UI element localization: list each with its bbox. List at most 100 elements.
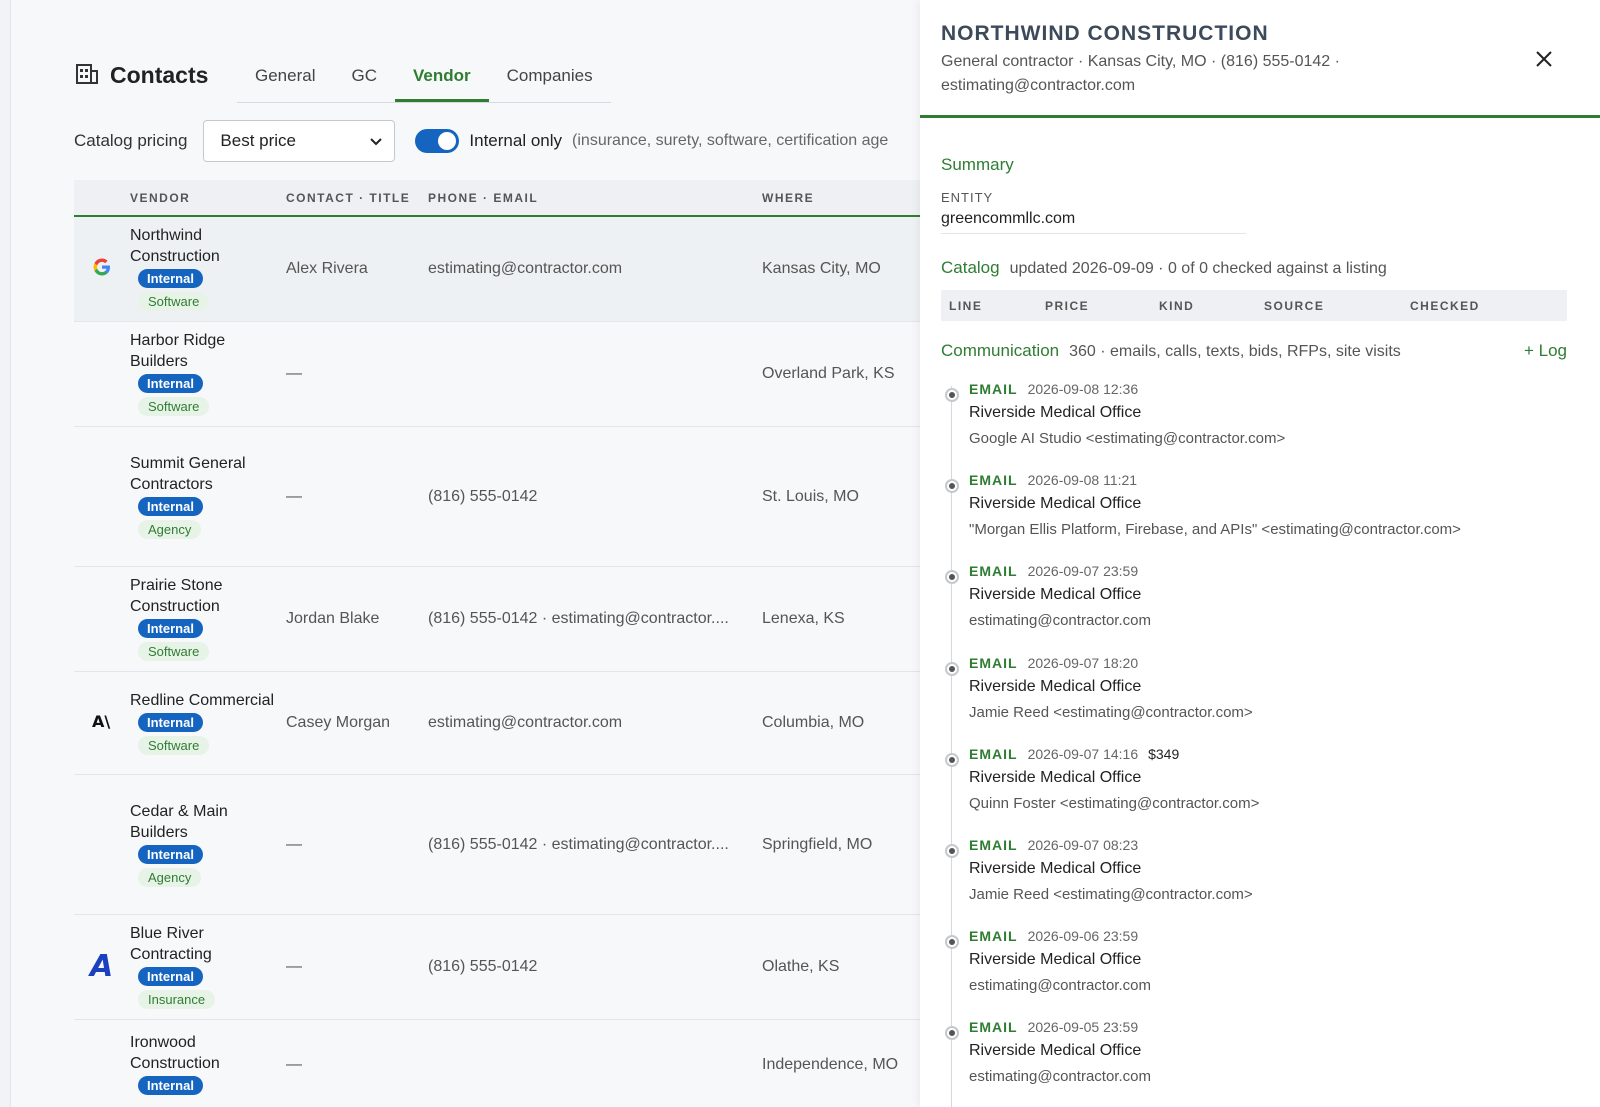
phone-email-cell: estimating@contractor.com xyxy=(428,216,762,322)
where-cell: Independence, MO xyxy=(762,1019,921,1107)
internal-badge: Internal xyxy=(138,496,203,516)
tab-gc[interactable]: GC xyxy=(333,60,395,102)
phone-email-cell xyxy=(428,1019,762,1107)
kind-badge: Software xyxy=(138,292,210,311)
entry-meta: EMAIL 2026-09-08 12:36 xyxy=(969,381,1138,397)
badge-wrap: Internal xyxy=(130,495,286,518)
badge-wrap: Internal xyxy=(130,843,286,866)
letter-a-icon: A xyxy=(88,949,116,984)
entry-from: "Morgan Ellis Platform, Firebase, and AP… xyxy=(969,521,1461,539)
log-button[interactable]: + Log xyxy=(1524,341,1567,361)
vendor-name[interactable]: Harbor Ridge Builders xyxy=(130,330,286,372)
contact-cell: — xyxy=(286,914,428,1020)
timeline-dot xyxy=(945,752,959,767)
entry-meta: EMAIL 2026-09-05 23:59 xyxy=(969,1019,1138,1035)
catalog-title: Catalog xyxy=(941,258,1000,277)
header-logo xyxy=(74,180,130,217)
contact-cell: Jordan Blake xyxy=(286,566,428,672)
catalog-header: LINE PRICE KIND SOURCE CHECKED xyxy=(941,290,1567,321)
contact-cell: Casey Morgan xyxy=(286,671,428,775)
tab-bar: General GC Vendor Companies xyxy=(237,60,611,103)
communication-meta: 360 · emails, calls, texts, bids, RFPs, … xyxy=(1069,343,1401,360)
header-phone-email[interactable]: PHONE · EMAIL xyxy=(428,180,762,217)
svg-text:A: A xyxy=(88,950,113,980)
internal-only-hint: (insurance, surety, software, certificat… xyxy=(572,132,889,149)
entry-subject: Riverside Medical Office xyxy=(969,677,1142,695)
entry-meta: EMAIL 2026-09-07 18:20 xyxy=(969,655,1138,671)
entry-subject: Riverside Medical Office xyxy=(969,860,1142,877)
vendor-name[interactable]: Redline Commercial xyxy=(130,690,286,711)
table-row[interactable]: Summit General Contractors Internal Agency… xyxy=(74,426,921,567)
header-where[interactable]: WHERE xyxy=(762,180,921,217)
vendor-name[interactable]: Northwind Construction xyxy=(130,225,286,267)
table-row[interactable]: A\ Redline Commercial Internal Software Case… xyxy=(74,671,921,775)
entry-type: EMAIL xyxy=(969,381,1018,397)
vendor-name[interactable]: Blue River Contracting xyxy=(130,923,286,965)
badge-wrap: Internal xyxy=(130,617,286,640)
entry-time: 2026-09-07 08:23 xyxy=(1027,837,1139,853)
pricing-select[interactable]: Best price xyxy=(203,120,396,162)
vendor-name[interactable]: Cedar & Main Builders xyxy=(130,801,286,843)
timeline-dot xyxy=(945,935,959,950)
vendor-name[interactable]: Prairie Stone Construction xyxy=(130,575,286,617)
badge-wrap: Software xyxy=(130,734,286,757)
vendor-cell: Ironwood Construction Internal xyxy=(130,1019,286,1107)
table-row[interactable]: A Blue River Contracting Internal Insurance… xyxy=(74,914,921,1020)
table-row[interactable]: Harbor Ridge Builders Internal Software — Ov… xyxy=(74,321,921,427)
vendor-cell: Northwind Construction Internal Software xyxy=(130,216,286,322)
building-icon xyxy=(74,60,100,91)
entry-time: 2026-09-08 12:36 xyxy=(1027,381,1139,397)
kind-badge: Agency xyxy=(138,519,202,539)
vendor-cell: Blue River Contracting Internal Insurance xyxy=(130,914,286,1020)
catalog-meta: updated 2026-09-09 · 0 of 0 checked agai… xyxy=(1009,260,1387,277)
catalog-col-price: PRICE xyxy=(1045,298,1090,313)
phone-email-cell: (816) 555-0142 · estimating@contractor..… xyxy=(428,566,762,672)
entry-type: EMAIL xyxy=(969,837,1018,853)
tab-vendor[interactable]: Vendor xyxy=(394,60,489,102)
timeline-dot xyxy=(945,1026,959,1041)
badge-wrap: Internal xyxy=(130,1074,286,1097)
badge-wrap: Internal xyxy=(130,965,286,988)
internal-badge: Internal xyxy=(138,269,203,288)
vendor-name[interactable]: Ironwood Construction xyxy=(130,1032,286,1074)
page-header: Contacts xyxy=(74,60,208,91)
timeline-dot xyxy=(945,479,959,494)
contacts-pane: Contacts General GC Vendor Companies Cat… xyxy=(10,0,921,1107)
vendor-name[interactable]: Summit General Contractors xyxy=(130,453,286,495)
tab-general[interactable]: General xyxy=(237,60,333,102)
phone-email-cell xyxy=(428,321,762,427)
contact-cell: — xyxy=(286,1019,428,1107)
vendor-logo-cell xyxy=(74,566,130,672)
timeline-dot xyxy=(945,844,959,858)
entry-from: estimating@contractor.com xyxy=(969,1068,1151,1086)
table-row[interactable]: Prairie Stone Construction Internal Softwa… xyxy=(74,566,921,672)
vendor-cell: Harbor Ridge Builders Internal Software xyxy=(130,321,286,427)
contact-cell: — xyxy=(286,774,428,915)
google-icon xyxy=(91,258,113,282)
table-row[interactable]: Ironwood Construction Internal — Independen… xyxy=(74,1019,921,1107)
vendor-cell: Prairie Stone Construction Internal Softwa… xyxy=(130,566,286,672)
internal-only-toggle[interactable] xyxy=(415,129,460,153)
table-row[interactable]: Northwind Construction Internal Software Al… xyxy=(74,216,921,322)
close-icon[interactable] xyxy=(1535,44,1553,75)
chevron-down-icon xyxy=(370,131,383,151)
where-cell: Kansas City, MO xyxy=(762,216,921,322)
entry-meta: EMAIL 2026-09-07 14:16 $349 xyxy=(969,746,1179,762)
header-contact[interactable]: CONTACT · TITLE xyxy=(286,180,428,217)
vendor-logo-cell: A\ xyxy=(74,671,130,775)
catalog-col-checked: CHECKED xyxy=(1410,298,1480,313)
where-cell: St. Louis, MO xyxy=(762,426,921,567)
table-row[interactable]: Cedar & Main Builders Internal Agency — (816… xyxy=(74,774,921,915)
internal-badge: Internal xyxy=(138,967,203,986)
contact-cell: Alex Rivera xyxy=(286,216,428,322)
entry-subject: Riverside Medical Office xyxy=(969,768,1142,786)
kind-badge: Insurance xyxy=(138,990,216,1009)
header-vendor[interactable]: VENDOR xyxy=(130,180,286,217)
entry-subject: Riverside Medical Office xyxy=(969,495,1142,513)
entry-time: 2026-09-06 23:59 xyxy=(1027,928,1139,945)
entry-from: Google AI Studio <estimating@contractor.… xyxy=(969,430,1286,447)
tab-companies[interactable]: Companies xyxy=(489,60,611,102)
entity-value[interactable]: greencommllc.com xyxy=(941,210,1246,234)
anthropic-icon: A\ xyxy=(91,712,113,734)
summary-title: Summary xyxy=(941,155,1014,174)
